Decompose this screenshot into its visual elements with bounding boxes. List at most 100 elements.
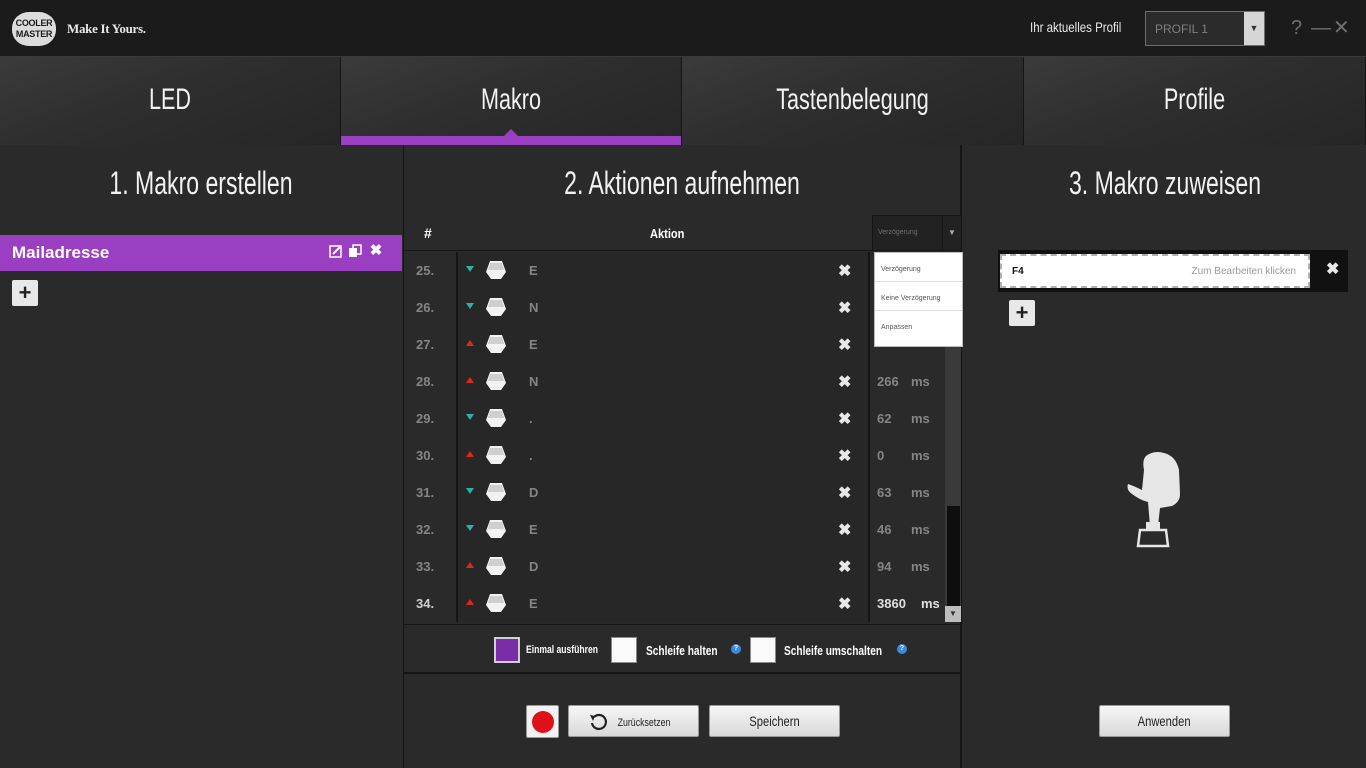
row-delay-unit: ms xyxy=(911,559,930,574)
close-button[interactable]: ✕ xyxy=(1333,16,1350,40)
row-number: 25. xyxy=(416,263,435,278)
row-key: N xyxy=(529,300,539,315)
row-delay[interactable]: 63 xyxy=(877,485,891,500)
delete-action-icon[interactable]: ✖ xyxy=(838,483,851,503)
reset-label: Zurücksetzen xyxy=(618,717,671,729)
help-button[interactable]: ? xyxy=(1291,16,1302,40)
remove-assignment-icon[interactable]: ✖ xyxy=(1326,259,1339,279)
row-delay[interactable]: 266 xyxy=(877,374,899,389)
reset-button[interactable]: Zurücksetzen xyxy=(568,705,699,737)
row-delay[interactable]: 94 xyxy=(877,559,891,574)
loop-toggle-checkbox[interactable] xyxy=(750,637,776,663)
assigned-key-value: F4 xyxy=(1012,266,1024,277)
row-delay[interactable]: 3860 xyxy=(877,596,906,611)
add-macro-button[interactable]: + xyxy=(12,280,38,306)
scrollbar-thumb[interactable] xyxy=(947,506,960,606)
tab-profile[interactable]: Profile xyxy=(1024,57,1366,145)
row-delay-unit: ms xyxy=(911,448,930,463)
playback-options: Einmal ausführen Schleife halten ? Schle… xyxy=(404,624,961,674)
record-icon xyxy=(532,711,554,733)
loop-toggle-label: Schleife umschalten xyxy=(784,643,883,658)
copy-icon[interactable] xyxy=(348,244,362,258)
tab-tastenbelegung[interactable]: Tastenbelegung xyxy=(682,57,1024,145)
action-row[interactable]: 33. D ✖ 94 ms xyxy=(404,548,961,585)
key-up-icon xyxy=(466,451,474,457)
delete-action-icon[interactable]: ✖ xyxy=(838,409,851,429)
row-key: N xyxy=(529,374,539,389)
keycap-icon xyxy=(485,260,507,280)
delay-option-verzoegerung[interactable]: Verzögerung xyxy=(875,253,962,282)
tab-makro[interactable]: Makro xyxy=(341,57,682,145)
rename-icon[interactable] xyxy=(329,244,343,258)
action-row[interactable]: 30.. ✖ 0 ms xyxy=(404,437,961,474)
delay-dropdown-menu: Verzögerung Keine Verzögerung Anpassen xyxy=(874,252,963,347)
profile-label: Ihr aktuelles Profil xyxy=(1030,19,1122,35)
top-bar: COOLER MASTER Make It Yours. Ihr aktuelle… xyxy=(0,0,1366,57)
help-icon[interactable]: ? xyxy=(731,644,741,654)
delete-action-icon[interactable]: ✖ xyxy=(838,261,851,281)
action-row[interactable]: 31. D ✖ 63 ms xyxy=(404,474,961,511)
action-row[interactable]: 29.. ✖ 62 ms xyxy=(404,400,961,437)
delete-action-icon[interactable]: ✖ xyxy=(838,520,851,540)
profile-select-value: PROFIL 1 xyxy=(1155,22,1208,36)
macro-list-item[interactable]: Mailadresse ✖ xyxy=(0,235,402,271)
row-key: E xyxy=(529,263,538,278)
panel-title: 1. Makro erstellen xyxy=(109,165,293,201)
help-icon[interactable]: ? xyxy=(897,644,907,654)
delete-action-icon[interactable]: ✖ xyxy=(838,372,851,392)
delete-action-icon[interactable]: ✖ xyxy=(838,298,851,318)
delete-action-icon[interactable]: ✖ xyxy=(838,335,851,355)
keycap-icon xyxy=(485,334,507,354)
row-key: . xyxy=(529,411,533,426)
panel-title: 2. Aktionen aufnehmen xyxy=(564,165,800,201)
delay-option-anpassen[interactable]: Anpassen xyxy=(875,311,962,340)
minimize-button[interactable]: — xyxy=(1311,16,1331,40)
save-button[interactable]: Speichern xyxy=(709,705,840,737)
column-header-number: # xyxy=(424,225,432,241)
action-row[interactable]: 32. E ✖ 46 ms xyxy=(404,511,961,548)
scroll-down-arrow[interactable]: ▼ xyxy=(945,606,961,622)
keycap-icon xyxy=(485,408,507,428)
keycap-icon xyxy=(485,519,507,539)
row-number: 32. xyxy=(416,522,435,537)
apply-button[interactable]: Anwenden xyxy=(1099,705,1230,737)
row-key: E xyxy=(529,337,538,352)
keycap-icon xyxy=(485,593,507,613)
delay-option-keine[interactable]: Keine Verzögerung xyxy=(875,282,962,311)
loop-hold-label: Schleife halten xyxy=(646,643,718,658)
once-checkbox[interactable] xyxy=(494,637,520,663)
tab-label: Profile xyxy=(1163,83,1226,116)
row-delay[interactable]: 62 xyxy=(877,411,891,426)
key-up-icon xyxy=(466,599,474,605)
delete-action-icon[interactable]: ✖ xyxy=(838,594,851,614)
delete-action-icon[interactable]: ✖ xyxy=(838,446,851,466)
loop-hold-checkbox[interactable] xyxy=(611,637,637,663)
once-label: Einmal ausführen xyxy=(526,644,598,656)
delay-select-value: Verzögerung xyxy=(878,229,918,236)
row-delay[interactable]: 46 xyxy=(877,522,891,537)
assigned-key-input[interactable]: F4 Zum Bearbeiten klicken xyxy=(1000,254,1310,288)
keycap-icon xyxy=(485,445,507,465)
row-key: D xyxy=(529,485,539,500)
key-down-icon xyxy=(466,303,474,309)
profile-select[interactable]: PROFIL 1 ▼ xyxy=(1145,11,1265,46)
keycap-icon xyxy=(485,482,507,502)
add-assignment-button[interactable]: + xyxy=(1009,300,1035,326)
record-button[interactable] xyxy=(526,705,559,738)
action-row[interactable]: 34. E ✖ 3860 ms xyxy=(404,585,961,622)
main-tabs: LED Makro Tastenbelegung Profile xyxy=(0,57,1366,145)
assigned-key-field: F4 Zum Bearbeiten klicken ✖ xyxy=(998,250,1348,292)
key-down-icon xyxy=(466,266,474,272)
panel-title: 3. Makro zuweisen xyxy=(1068,165,1262,201)
delete-action-icon[interactable]: ✖ xyxy=(838,557,851,577)
delay-select[interactable]: Verzögerung ▼ xyxy=(872,215,962,251)
row-number: 31. xyxy=(416,485,435,500)
macro-name: Mailadresse xyxy=(12,243,110,262)
delete-icon[interactable]: ✖ xyxy=(369,243,383,258)
row-delay[interactable]: 0 xyxy=(877,448,884,463)
action-row[interactable]: 28. N ✖ 266 ms xyxy=(404,363,961,400)
tab-led[interactable]: LED xyxy=(0,57,341,145)
keycap-icon xyxy=(485,297,507,317)
tab-label: Tastenbelegung xyxy=(776,83,929,116)
apply-label: Anwenden xyxy=(1138,713,1191,729)
